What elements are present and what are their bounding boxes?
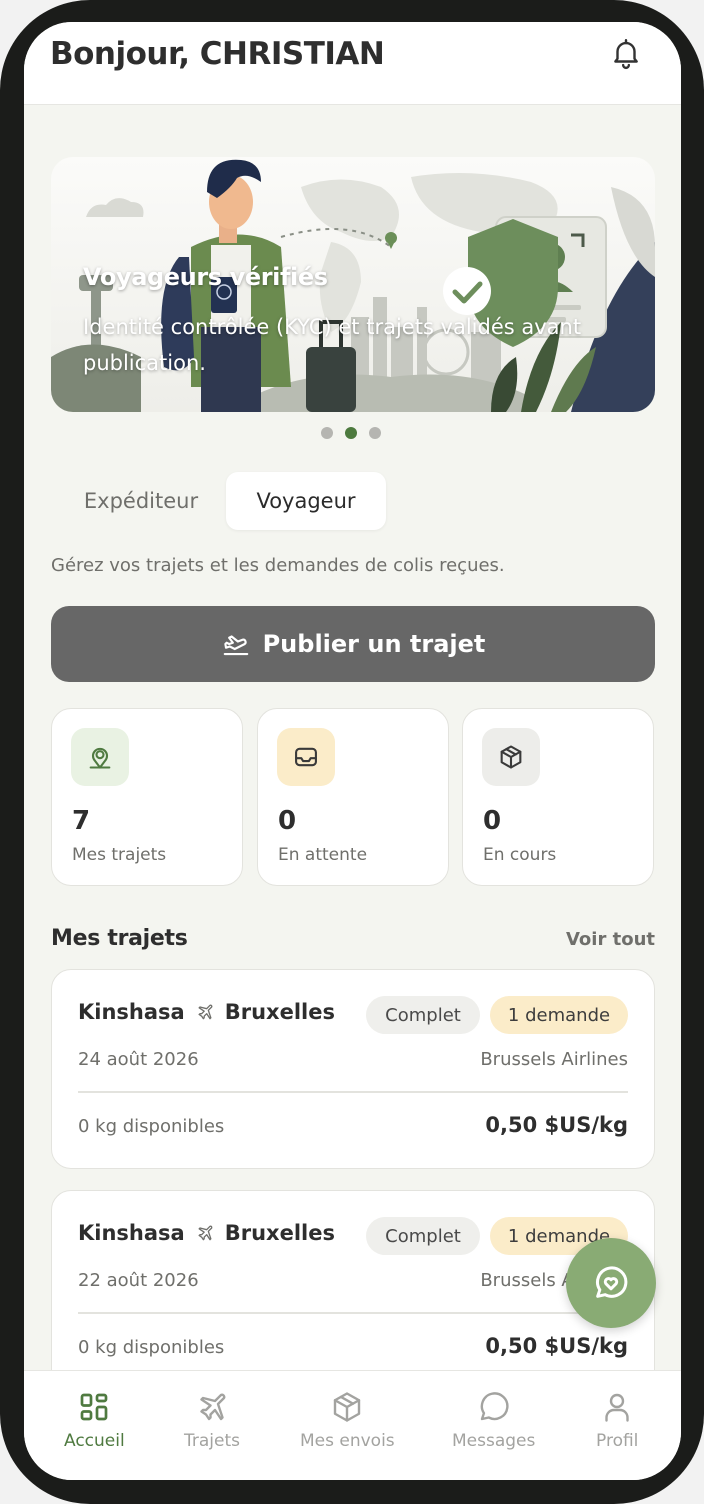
nav-label: Messages: [452, 1431, 536, 1451]
divider: [78, 1091, 628, 1093]
carousel-dot-active[interactable]: [345, 427, 357, 439]
trip-card[interactable]: Kinshasa Bruxelles Complet 1 demande 24 …: [51, 969, 655, 1169]
carousel-dot[interactable]: [369, 427, 381, 439]
status-badge: Complet: [366, 996, 480, 1034]
trip-airline: Brussels Airlines: [480, 1049, 628, 1070]
map-pin-icon: [71, 728, 129, 786]
tab-traveler[interactable]: Voyageur: [226, 472, 386, 530]
stat-card-pending[interactable]: 0 En attente: [257, 708, 449, 886]
chat-heart-icon: [596, 1266, 628, 1298]
greeting-title: Bonjour, CHRISTIAN: [50, 36, 385, 72]
bottom-nav: Accueil Trajets Mes envois Messages Prof…: [24, 1370, 681, 1480]
plane-icon: [200, 1393, 226, 1421]
nav-label: Accueil: [64, 1431, 125, 1451]
plane-icon: [198, 1004, 213, 1020]
route-from: Kinshasa: [78, 1221, 185, 1245]
section-title: Mes trajets: [51, 926, 188, 951]
stat-value: 7: [72, 806, 91, 836]
trip-route: Kinshasa Bruxelles: [78, 1000, 335, 1024]
carousel-dot[interactable]: [321, 427, 333, 439]
role-tabs: Expéditeur Voyageur: [58, 472, 388, 530]
publish-trip-label: Publier un trajet: [262, 630, 486, 658]
inbox-icon: [277, 728, 335, 786]
stat-label: En cours: [483, 845, 557, 865]
top-header: Bonjour, CHRISTIAN: [24, 22, 681, 105]
trip-capacity: 0 kg disponibles: [78, 1337, 225, 1358]
nav-item-messages[interactable]: Messages: [452, 1389, 535, 1451]
trip-capacity: 0 kg disponibles: [78, 1116, 225, 1137]
trip-date: 22 août 2026: [78, 1270, 199, 1291]
tab-description: Gérez vos trajets et les demandes de col…: [51, 555, 505, 576]
chat-fab-button[interactable]: [566, 1238, 656, 1328]
stat-card-trips[interactable]: 7 Mes trajets: [51, 708, 243, 886]
message-icon: [480, 1392, 509, 1421]
nav-label: Trajets: [184, 1431, 240, 1451]
package-icon: [482, 728, 540, 786]
nav-item-accueil[interactable]: Accueil: [64, 1389, 125, 1451]
status-badge: Complet: [366, 1217, 480, 1255]
nav-item-mes-envois[interactable]: Mes envois: [300, 1389, 395, 1451]
publish-trip-button[interactable]: Publier un trajet: [51, 606, 655, 682]
route-to: Bruxelles: [224, 1000, 335, 1024]
stat-value: 0: [278, 806, 297, 836]
tab-sender[interactable]: Expéditeur: [58, 472, 224, 530]
device-frame: Bonjour, CHRISTIAN Voyageurs vérifiés Id…: [0, 0, 704, 1504]
package-icon: [334, 1392, 361, 1422]
nav-label: Profil: [596, 1431, 639, 1451]
carousel-dots: [321, 427, 381, 439]
banner-subtitle: Identité contrôlée (KYC) et trajets vali…: [83, 315, 582, 375]
dashboard-icon: [81, 1393, 108, 1421]
plane-icon: [198, 1225, 213, 1241]
banner-title: Voyageurs vérifiés: [83, 263, 328, 291]
nav-item-trajets[interactable]: Trajets: [184, 1389, 240, 1451]
route-to: Bruxelles: [224, 1221, 335, 1245]
trip-price: 0,50 $US/kg: [485, 1334, 628, 1358]
nav-item-profil[interactable]: Profil: [596, 1389, 638, 1451]
trip-card[interactable]: Kinshasa Bruxelles Complet 1 demande 22 …: [51, 1190, 655, 1390]
see-all-link[interactable]: Voir tout: [544, 929, 655, 950]
route-from: Kinshasa: [78, 1000, 185, 1024]
trip-price: 0,50 $US/kg: [485, 1113, 628, 1137]
nav-label: Mes envois: [300, 1431, 395, 1451]
requests-badge: 1 demande: [490, 996, 628, 1034]
app-screen: Bonjour, CHRISTIAN Voyageurs vérifiés Id…: [24, 22, 681, 1480]
stat-value: 0: [483, 806, 502, 836]
stat-card-in-progress[interactable]: 0 En cours: [462, 708, 654, 886]
plane-takeoff-icon: [223, 635, 248, 656]
stat-label: Mes trajets: [72, 845, 167, 865]
carousel-banner[interactable]: Voyageurs vérifiés Identité contrôlée (K…: [51, 157, 655, 412]
trip-route: Kinshasa Bruxelles: [78, 1221, 335, 1245]
divider: [78, 1312, 628, 1314]
stat-label: En attente: [278, 845, 368, 865]
trip-date: 24 août 2026: [78, 1049, 199, 1070]
user-icon: [605, 1393, 629, 1422]
bell-icon[interactable]: [609, 36, 643, 70]
